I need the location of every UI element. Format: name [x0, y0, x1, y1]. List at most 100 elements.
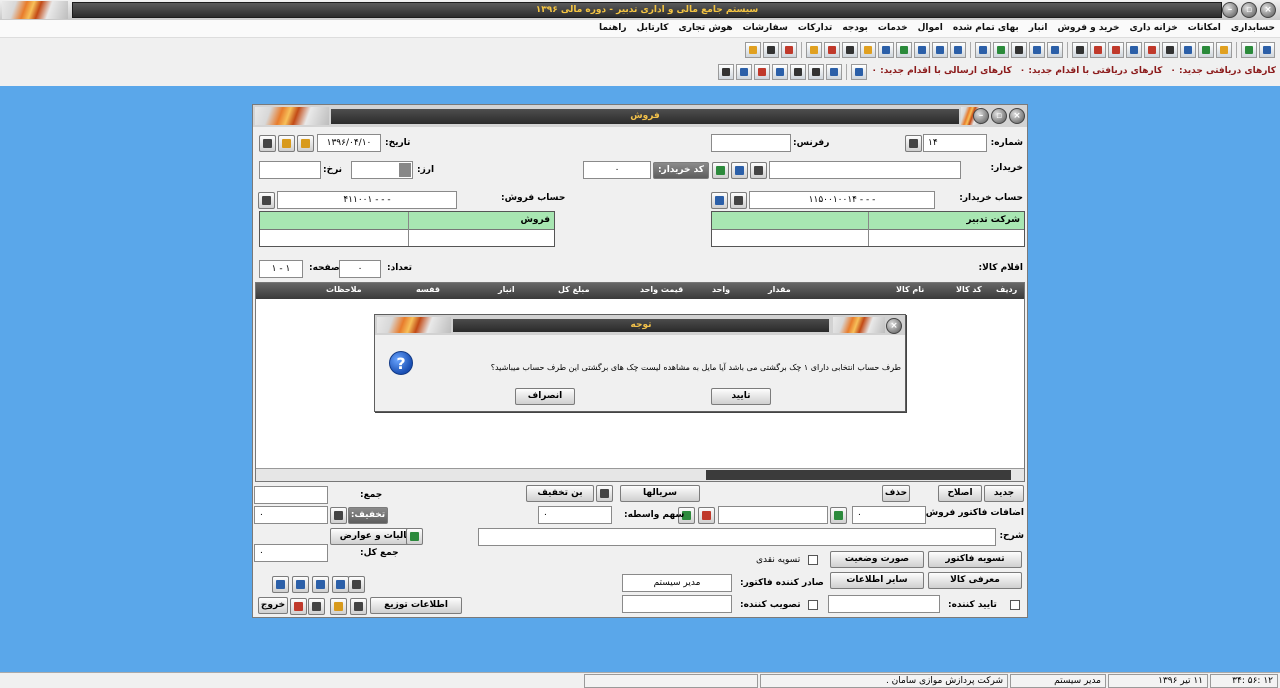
approver-field[interactable]	[622, 595, 732, 613]
broker-share-field[interactable]: ۰	[538, 506, 612, 524]
printer-icon[interactable]	[259, 135, 276, 152]
sum-field[interactable]	[254, 486, 328, 504]
menu-procurement[interactable]: تدارکات	[793, 20, 838, 37]
description-field[interactable]	[478, 528, 996, 546]
toolbar-icon[interactable]	[1241, 42, 1257, 58]
confirmer-field[interactable]	[828, 595, 940, 613]
document-icon[interactable]	[731, 162, 748, 179]
document-icon[interactable]	[711, 192, 728, 209]
toolbar-icon[interactable]	[850, 64, 867, 80]
edit-icon[interactable]	[406, 528, 423, 545]
delete-button[interactable]: حذف	[882, 485, 910, 502]
toolbar-icon[interactable]	[789, 64, 806, 80]
search-icon[interactable]	[717, 64, 734, 80]
save-icon[interactable]	[308, 598, 325, 615]
menu-orders[interactable]: سفارشات	[738, 20, 793, 37]
menu-treasury[interactable]: خزانه داری	[1125, 20, 1183, 37]
menu-warehouse[interactable]: انبار	[1024, 20, 1053, 37]
additions-field[interactable]: ۰	[852, 506, 926, 524]
discount-coupon-button[interactable]: بن تخفیف	[526, 485, 594, 502]
restore-icon[interactable]: ▫	[991, 108, 1007, 124]
menu-cartable[interactable]: کارتابل	[632, 20, 674, 37]
toolbar-icon[interactable]	[932, 42, 948, 58]
number-field[interactable]: ۱۴	[923, 134, 987, 152]
menu-budget[interactable]: بودجه	[837, 20, 873, 37]
menu-accounting[interactable]: حسابداری	[1226, 20, 1280, 37]
minimize-icon[interactable]: –	[973, 108, 989, 124]
toolbar-icon[interactable]	[1126, 42, 1142, 58]
close-icon[interactable]: ×	[1260, 2, 1276, 18]
calendar-icon[interactable]	[297, 135, 314, 152]
discount-field[interactable]: ۰	[254, 506, 328, 524]
edit-icon[interactable]	[712, 162, 729, 179]
toolbar-icon[interactable]	[975, 42, 991, 58]
sale-account-field[interactable]: ۴۱۱۰۰۱ - - -	[277, 191, 457, 209]
toolbar-icon[interactable]	[1011, 42, 1027, 58]
home-icon[interactable]	[735, 64, 752, 80]
serials-button[interactable]: سریالها	[620, 485, 700, 502]
search-icon[interactable]	[950, 42, 966, 58]
close-icon[interactable]: ×	[1009, 108, 1025, 124]
minimize-icon[interactable]: –	[1222, 2, 1238, 18]
clear-icon[interactable]	[698, 507, 715, 524]
distribution-info-button[interactable]: اطلاعات توزیع	[370, 597, 462, 614]
binoculars-icon[interactable]	[905, 135, 922, 152]
toolbar-icon[interactable]	[1108, 42, 1124, 58]
toolbar-icon[interactable]	[878, 42, 894, 58]
edit-button[interactable]: اصلاح	[938, 485, 982, 502]
help-icon[interactable]	[745, 42, 761, 58]
first-record-icon[interactable]	[272, 576, 289, 593]
new-button[interactable]: جدید	[984, 485, 1024, 502]
cancel-button[interactable]: انصراف	[515, 388, 575, 405]
settle-invoice-button[interactable]: تسویه فاکتور	[928, 551, 1022, 568]
buyer-code-field[interactable]: ۰	[583, 161, 651, 179]
menu-bi[interactable]: هوش تجاری	[674, 20, 738, 37]
menu-purchase-sales[interactable]: خرید و فروش	[1052, 20, 1124, 37]
additions-desc-field[interactable]	[718, 506, 828, 524]
discount-button[interactable]: تخفیف:	[348, 507, 388, 524]
binoculars-icon[interactable]	[750, 162, 767, 179]
approver-checkbox[interactable]	[808, 600, 818, 610]
buyer-field[interactable]	[769, 161, 961, 179]
toolbar-icon[interactable]	[771, 64, 788, 80]
cash-settle-checkbox[interactable]	[808, 555, 818, 565]
rate-field[interactable]	[259, 161, 321, 179]
toolbar-icon[interactable]	[993, 42, 1009, 58]
printer-icon[interactable]	[763, 42, 779, 58]
menu-cost[interactable]: بهای تمام شده	[948, 20, 1024, 37]
close-icon[interactable]: ×	[886, 318, 902, 334]
binoculars-icon[interactable]	[348, 576, 365, 593]
lightbulb-icon[interactable]	[278, 135, 295, 152]
toolbar-icon[interactable]	[806, 42, 822, 58]
toolbar-icon[interactable]	[1180, 42, 1196, 58]
toolbar-icon[interactable]	[824, 42, 840, 58]
date-field[interactable]: ۱۳۹۶/۰۴/۱۰	[317, 134, 381, 152]
binoculars-icon[interactable]	[258, 192, 275, 209]
count-field[interactable]: ۰	[339, 260, 381, 278]
menu-help[interactable]: راهنما	[594, 20, 632, 37]
buyer-code-button[interactable]: کد خریدار:	[653, 162, 709, 179]
horizontal-scrollbar[interactable]	[256, 468, 1024, 481]
prev-record-icon[interactable]	[292, 576, 309, 593]
status-report-button[interactable]: صورت وضعیت	[830, 551, 924, 568]
toolbar-icon[interactable]	[753, 64, 770, 80]
introduce-goods-button[interactable]: معرفی کالا	[928, 572, 1022, 589]
issuer-field[interactable]: مدیر سیستم	[622, 574, 732, 592]
menu-services[interactable]: خدمات	[873, 20, 913, 37]
toolbar-icon[interactable]	[1162, 42, 1178, 58]
toolbar-icon[interactable]	[1216, 42, 1232, 58]
toolbar-icon[interactable]	[914, 42, 930, 58]
percent-icon[interactable]	[330, 507, 347, 524]
page-field[interactable]: ۱ - ۱	[259, 260, 303, 278]
exit-button[interactable]: خروج	[258, 597, 288, 614]
toolbar-icon[interactable]	[842, 42, 858, 58]
scrollbar-thumb[interactable]	[706, 470, 1011, 480]
toolbar-icon[interactable]	[781, 42, 797, 58]
edit-icon[interactable]	[830, 507, 847, 524]
toolbar-icon[interactable]	[896, 42, 912, 58]
exit-icon[interactable]	[290, 598, 307, 615]
next-record-icon[interactable]	[312, 576, 329, 593]
toolbar-icon[interactable]	[1047, 42, 1063, 58]
tool-icon[interactable]	[330, 598, 347, 615]
toolbar-icon[interactable]	[1029, 42, 1045, 58]
